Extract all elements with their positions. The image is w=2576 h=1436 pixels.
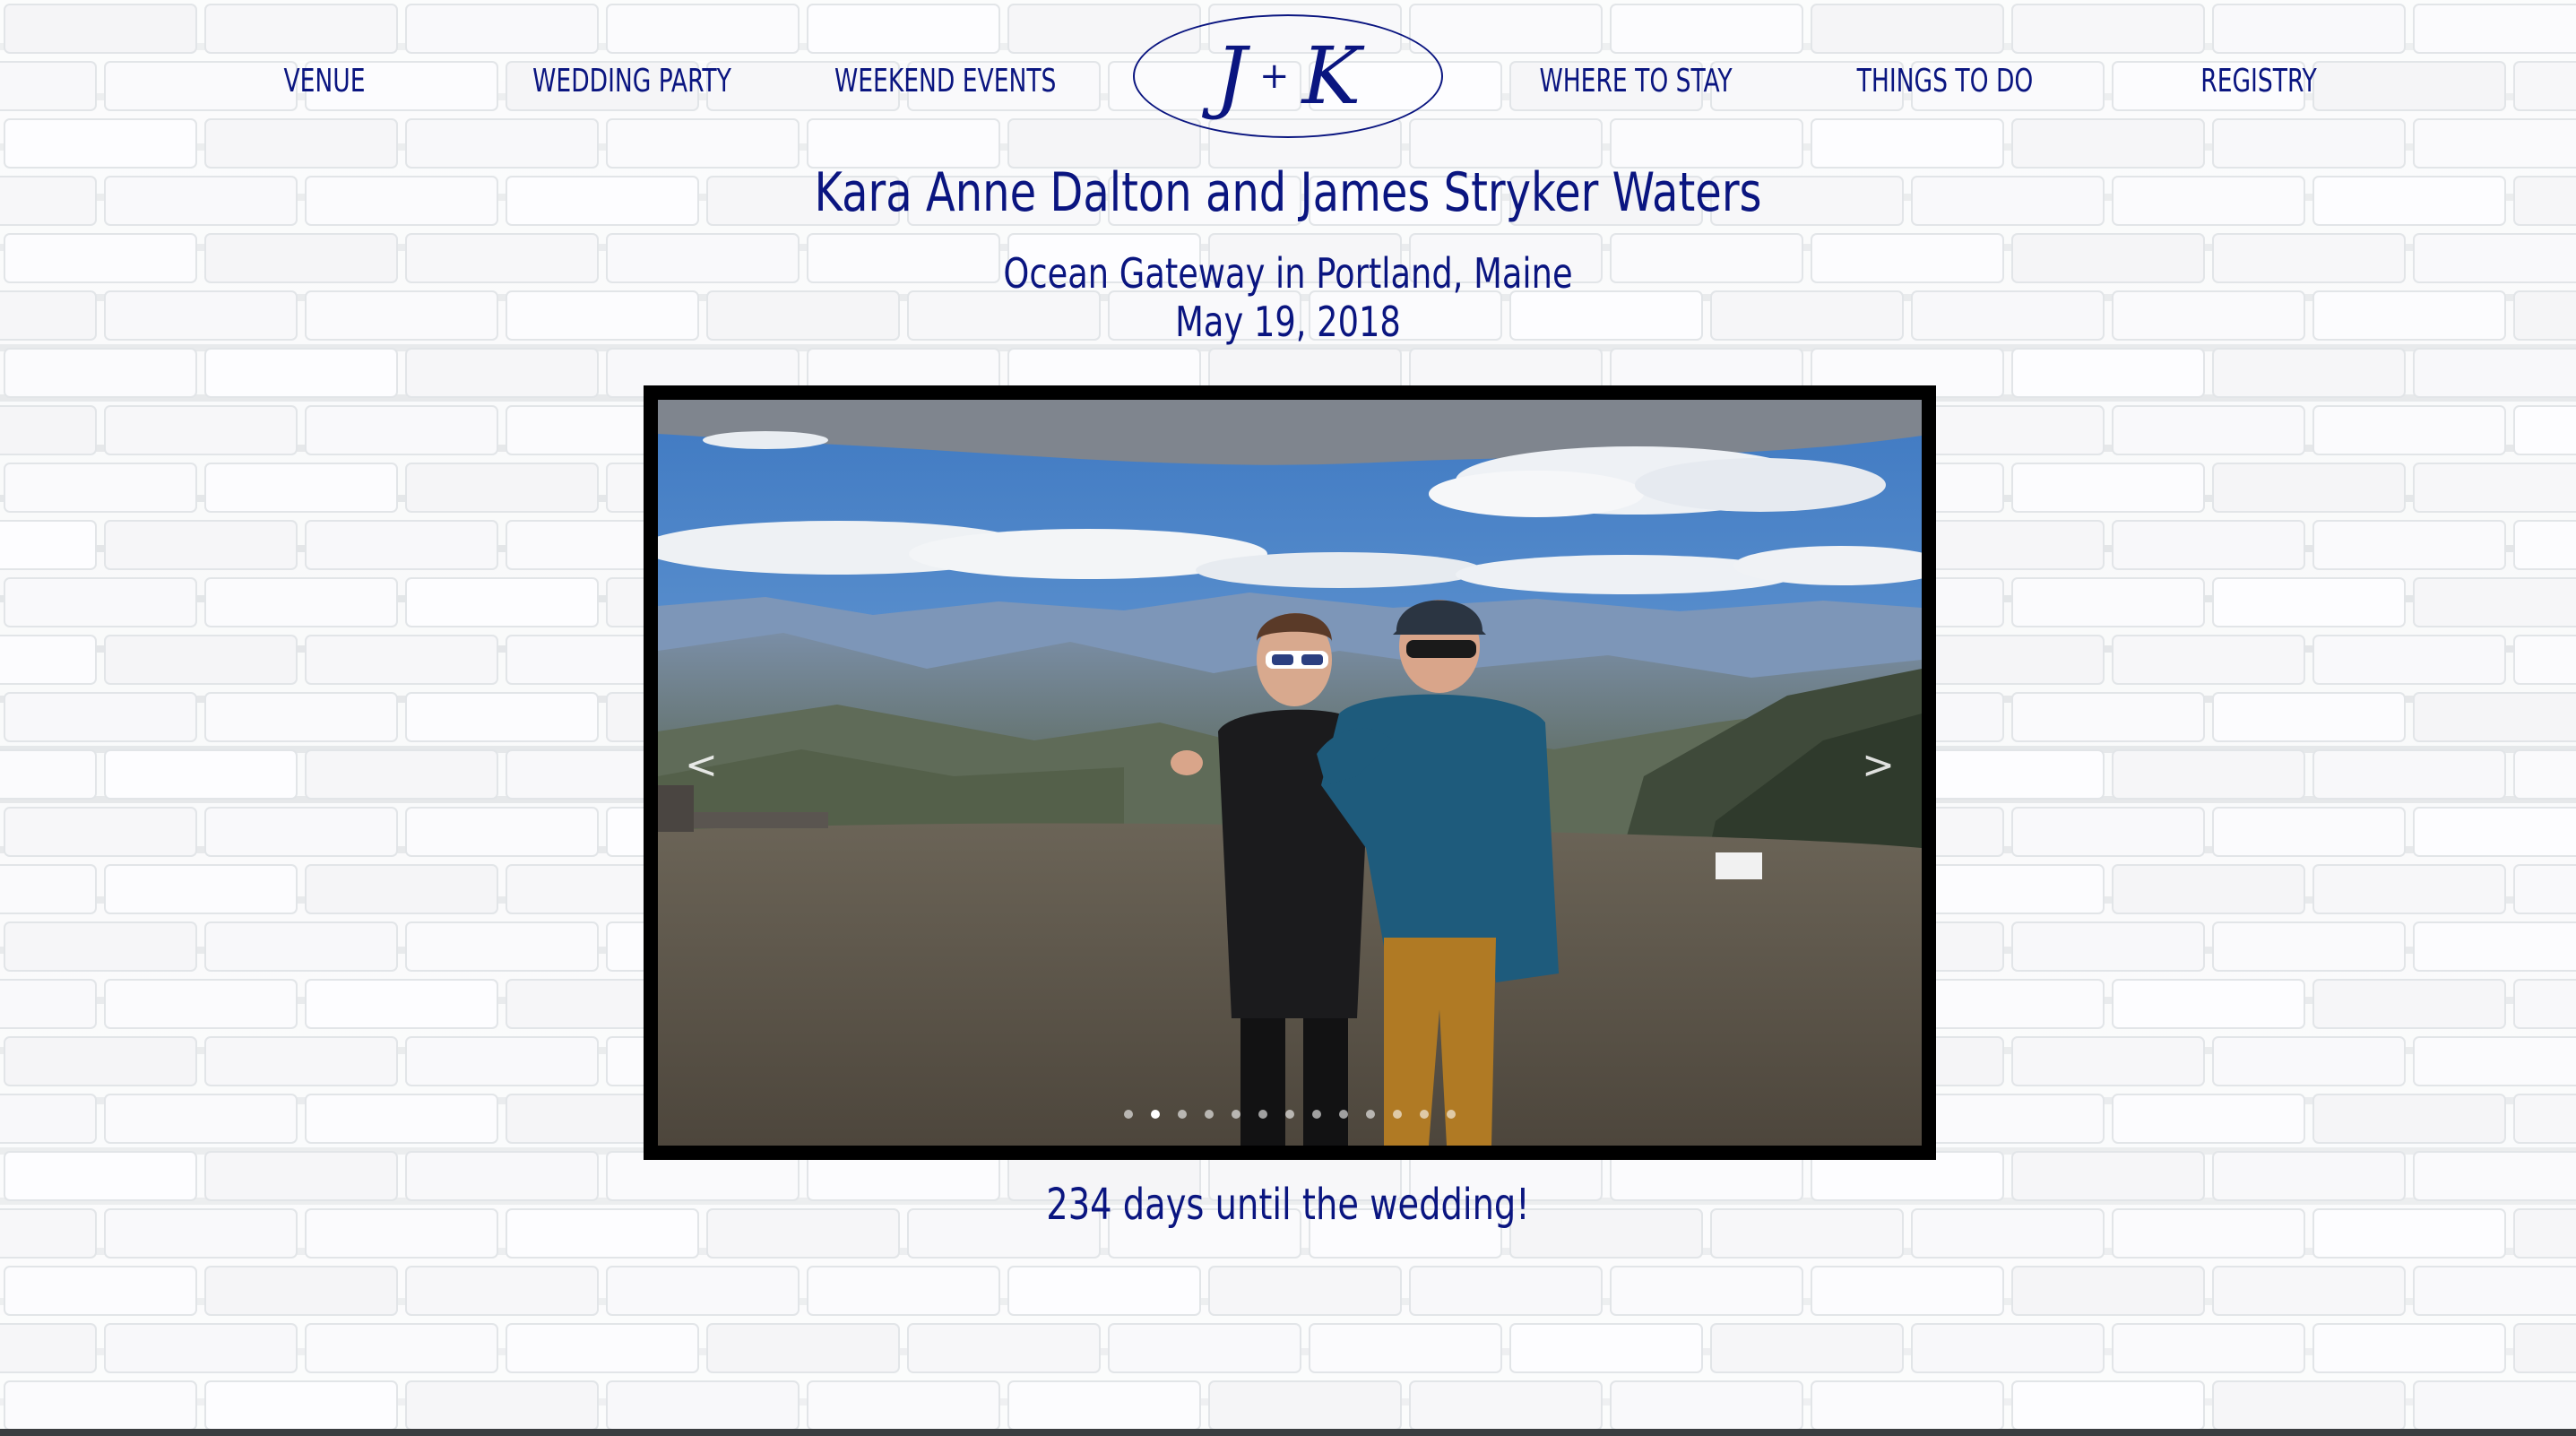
nav-venue[interactable]: VENUE (251, 63, 398, 108)
slideshow-prev-arrow[interactable]: < (685, 742, 718, 788)
slideshow-photo[interactable]: < > (658, 400, 1922, 1146)
wedding-countdown: 234 days until the wedding! (1046, 1180, 1530, 1230)
couple-monogram-logo[interactable]: J + K (1133, 14, 1443, 138)
photo-slideshow: < > (644, 385, 1936, 1160)
logo-initial-j: J (1215, 30, 1247, 122)
slideshow-dot[interactable] (1285, 1110, 1294, 1119)
wedding-date: May 19, 2018 (1175, 298, 1401, 346)
nav-wedding-party[interactable]: WEDDING PARTY (525, 63, 739, 108)
logo-plus: + (1259, 56, 1290, 97)
slideshow-dot[interactable] (1178, 1110, 1187, 1119)
slideshow-dot[interactable] (1447, 1110, 1456, 1119)
page-bottom-edge (0, 1429, 2576, 1436)
slideshow-next-arrow[interactable]: > (1862, 742, 1895, 788)
slideshow-dot[interactable] (1393, 1110, 1402, 1119)
slideshow-pagination (658, 1110, 1922, 1119)
nav-where-to-stay[interactable]: WHERE TO STAY (1529, 63, 1742, 108)
slideshow-dot[interactable] (1258, 1110, 1267, 1119)
slideshow-dot[interactable] (1339, 1110, 1348, 1119)
slideshow-dot[interactable] (1366, 1110, 1375, 1119)
top-navigation: VENUE WEDDING PARTY WEEKEND EVENTS J + K… (0, 0, 2576, 161)
couple-mountain-photo-icon (658, 400, 1922, 1146)
slideshow-dot[interactable] (1232, 1110, 1240, 1119)
nav-weekend-events[interactable]: WEEKEND EVENTS (834, 63, 1056, 108)
page-title: Kara Anne Dalton and James Stryker Water… (814, 161, 1762, 224)
slideshow-dot[interactable] (1151, 1110, 1160, 1119)
slideshow-dot[interactable] (1420, 1110, 1429, 1119)
slideshow-dot[interactable] (1124, 1110, 1133, 1119)
wedding-venue: Ocean Gateway in Portland, Maine (1003, 249, 1573, 298)
slideshow-dot[interactable] (1312, 1110, 1321, 1119)
nav-things-to-do[interactable]: THINGS TO DO (1842, 63, 2048, 108)
nav-registry[interactable]: REGISTRY (2171, 63, 2347, 108)
slideshow-dot[interactable] (1205, 1110, 1214, 1119)
logo-initial-k: K (1301, 30, 1361, 122)
